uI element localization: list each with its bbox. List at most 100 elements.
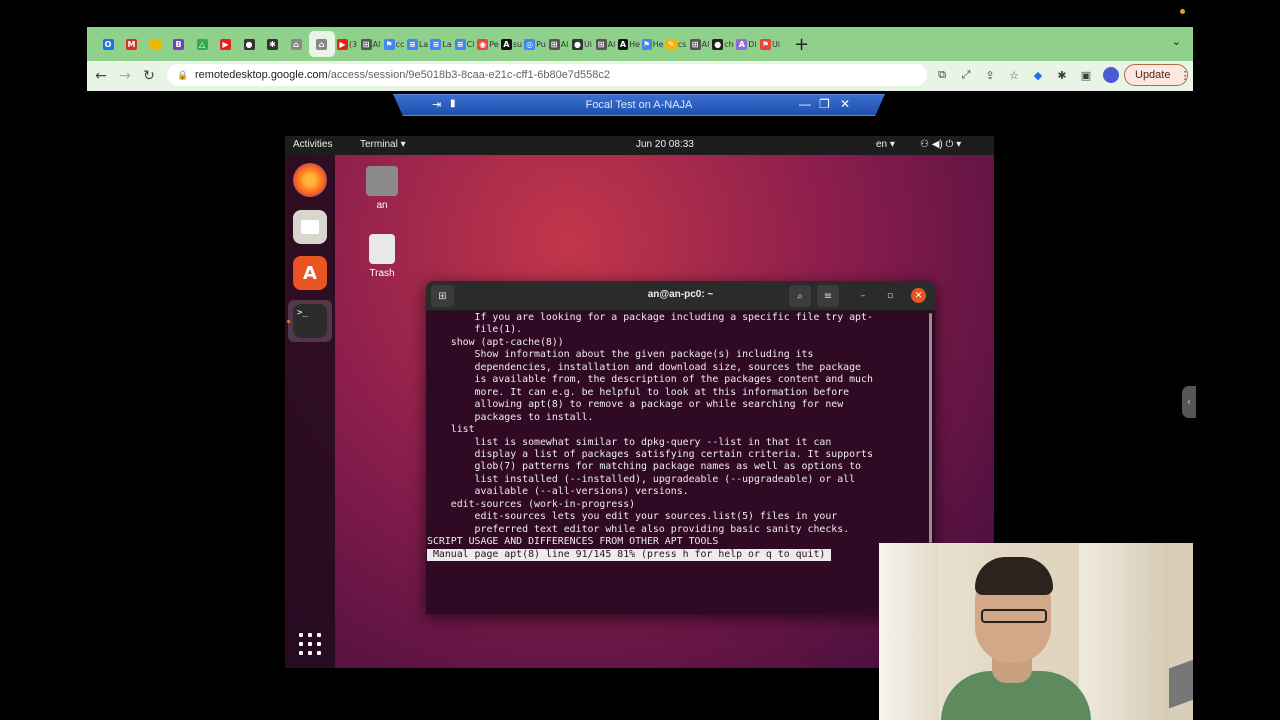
session-close-button[interactable]: ✕ bbox=[840, 97, 850, 111]
browser-tab[interactable]: ◉ Pe bbox=[477, 31, 499, 57]
close-button[interactable]: ✕ bbox=[911, 288, 926, 303]
remote-ext-icon[interactable]: ◆ bbox=[1029, 66, 1047, 84]
back-button[interactable]: ← bbox=[89, 64, 113, 88]
screen: O M B △ ▶ ● ✱ ⌂ ⌂ ▶ (3 ⊞ Al ⚑ cc ≡ La ≡ La ≡ Cl ◉ Pe Asu ◎ Pu ⊞ Al ●… bbox=[0, 0, 1280, 720]
browser-tab[interactable]: B bbox=[168, 31, 190, 57]
browser-tab[interactable]: ⚑ He bbox=[641, 31, 664, 57]
browser-tab[interactable]: ⌂ bbox=[308, 31, 335, 57]
browser-tab[interactable]: ⚑ cc bbox=[383, 31, 405, 57]
url-host: remotedesktop.google.com bbox=[195, 69, 328, 81]
browser-tab[interactable]: ⚑ Ui bbox=[759, 31, 781, 57]
maximize-button[interactable]: ▫ bbox=[883, 289, 897, 303]
address-bar[interactable]: 🔒 remotedesktop.google.com/access/sessio… bbox=[167, 64, 927, 86]
clock[interactable]: Jun 20 08:33 bbox=[636, 139, 694, 150]
browser-tab[interactable]: ● Ui bbox=[571, 31, 593, 57]
tab-title: cc bbox=[395, 39, 405, 49]
terminal-line: list bbox=[427, 424, 475, 436]
browser-tab[interactable]: Asu bbox=[500, 31, 523, 57]
extensions-icon[interactable]: ✱ bbox=[1053, 66, 1071, 84]
browser-tab[interactable]: ◎ Pu bbox=[524, 31, 546, 57]
browser-tab[interactable]: ≡ La bbox=[406, 31, 429, 57]
minimize-button[interactable]: – bbox=[856, 289, 870, 303]
desktop-icon-home[interactable]: an bbox=[352, 166, 412, 211]
chrome-icon: ◎ bbox=[524, 38, 536, 50]
profile-avatar[interactable] bbox=[1103, 67, 1119, 83]
tab-title: La bbox=[442, 39, 452, 49]
language-indicator[interactable]: en ▾ bbox=[876, 139, 895, 150]
copy-link-icon[interactable]: ⧉ bbox=[933, 66, 951, 84]
youtube-icon: ▶ bbox=[220, 38, 231, 50]
terminal-output[interactable]: If you are looking for a package includi… bbox=[427, 312, 927, 562]
browser-tab[interactable]: A He bbox=[618, 31, 640, 57]
ai-tab-icon: ⊞ bbox=[689, 38, 701, 50]
pager-status-line: Manual page apt(8) line 91/145 81% (pres… bbox=[427, 548, 832, 562]
tab-title: Al bbox=[701, 39, 710, 49]
home-folder-icon bbox=[366, 166, 398, 196]
browser-tab[interactable]: △ bbox=[191, 31, 213, 57]
browser-tab[interactable]: ⌂ bbox=[285, 31, 307, 57]
terminal-line: edit-sources (work-in-progress) bbox=[427, 498, 636, 510]
reload-button[interactable]: ↻ bbox=[137, 64, 161, 88]
search-icon[interactable]: ⌕ bbox=[789, 285, 811, 307]
docs-icon: ≡ bbox=[454, 38, 466, 50]
share-icon[interactable]: ⇪ bbox=[981, 66, 999, 84]
activities-button[interactable]: Activities bbox=[293, 139, 332, 150]
flag-red-icon: ⚑ bbox=[759, 38, 771, 50]
bold-b-icon: B bbox=[173, 38, 184, 50]
tab-title: Pe bbox=[489, 39, 499, 49]
session-restore-button[interactable]: ❐ bbox=[819, 97, 830, 111]
tab-title: Al bbox=[607, 39, 616, 49]
forward-button[interactable]: → bbox=[113, 64, 137, 88]
terminal-headerbar[interactable]: ⊞ an@an-pc0: ~ ⌕ ≡ – ▫ ✕ bbox=[426, 281, 935, 311]
browser-tab[interactable]: ✎ cs bbox=[665, 31, 687, 57]
browser-tab[interactable]: A Di bbox=[736, 31, 758, 57]
circle-dark-icon: ● bbox=[243, 38, 255, 50]
terminal-dock-icon[interactable]: >_ bbox=[293, 304, 327, 338]
open-in-window-icon[interactable]: ⤢ bbox=[957, 66, 975, 84]
scrollbar[interactable] bbox=[929, 313, 932, 543]
tab-strip: O M B △ ▶ ● ✱ ⌂ ⌂ ▶ (3 ⊞ Al ⚑ cc ≡ La ≡ La ≡ Cl ◉ Pe Asu ◎ Pu ⊞ Al ●… bbox=[87, 27, 1193, 61]
browser-tab[interactable]: M bbox=[121, 31, 143, 57]
browser-tab[interactable] bbox=[144, 31, 166, 57]
terminal-line: glob(7) patterns for matching package na… bbox=[427, 461, 862, 473]
system-status-icons[interactable]: ⚇ ◀) ⏻ ▾ bbox=[920, 139, 961, 150]
show-applications-icon[interactable] bbox=[299, 633, 321, 655]
terminal-window[interactable]: ⊞ an@an-pc0: ~ ⌕ ≡ – ▫ ✕ If you are look… bbox=[426, 281, 935, 614]
desktop-icon-trash[interactable]: Trash bbox=[352, 234, 412, 279]
terminal-line: preferred text editor while also providi… bbox=[427, 523, 850, 535]
remote-desktop-icon: ⌂ bbox=[316, 38, 327, 50]
browser-tab[interactable]: ≡ La bbox=[430, 31, 452, 57]
tab-title: (3 bbox=[348, 39, 358, 49]
browser-tab[interactable]: ≡ Cl bbox=[454, 31, 476, 57]
browser-tab[interactable]: ● bbox=[238, 31, 260, 57]
browser-tab[interactable]: ⊞ Al bbox=[689, 31, 711, 57]
terminal-line: list is somewhat similar to dpkg-query -… bbox=[427, 436, 832, 448]
tab-search-icon[interactable]: ⌄ bbox=[1172, 35, 1181, 48]
session-side-panel-handle[interactable]: ‹ bbox=[1182, 386, 1196, 418]
outlook-icon: O bbox=[102, 38, 114, 50]
session-minimize-button[interactable]: — bbox=[799, 97, 811, 111]
app-menu-terminal[interactable]: Terminal ▾ bbox=[360, 139, 406, 150]
hamburger-menu-icon[interactable]: ≡ bbox=[817, 285, 839, 307]
browser-tab[interactable]: ▶ bbox=[215, 31, 237, 57]
browser-tab[interactable]: ▶ (3 bbox=[336, 31, 358, 57]
gnome-top-bar: Activities Terminal ▾ Jun 20 08:33 en ▾ … bbox=[285, 136, 994, 155]
presenter-hair bbox=[975, 557, 1053, 595]
update-button[interactable]: Update ⋮ bbox=[1124, 64, 1190, 86]
browser-tab[interactable]: ⊞ Al bbox=[360, 31, 382, 57]
kebab-menu-icon[interactable]: ⋮ bbox=[1179, 69, 1190, 82]
puzzle-yellow-icon bbox=[149, 38, 161, 50]
browser-tab[interactable]: ⊞ Al bbox=[595, 31, 617, 57]
firefox-icon[interactable] bbox=[293, 163, 327, 197]
new-tab-button[interactable]: + bbox=[791, 33, 813, 55]
files-icon[interactable] bbox=[293, 210, 327, 244]
browser-tab[interactable]: ✱ bbox=[262, 31, 284, 57]
browser-tab[interactable]: O bbox=[97, 31, 119, 57]
browser-tab[interactable]: ⊞ Al bbox=[548, 31, 570, 57]
tab-title: Al bbox=[560, 39, 569, 49]
browser-tab[interactable]: ● ch bbox=[712, 31, 734, 57]
curtain bbox=[879, 543, 939, 720]
bookmark-star-icon[interactable]: ☆ bbox=[1005, 66, 1023, 84]
side-panel-icon[interactable]: ▣ bbox=[1077, 66, 1095, 84]
software-center-icon[interactable]: A bbox=[293, 256, 327, 290]
